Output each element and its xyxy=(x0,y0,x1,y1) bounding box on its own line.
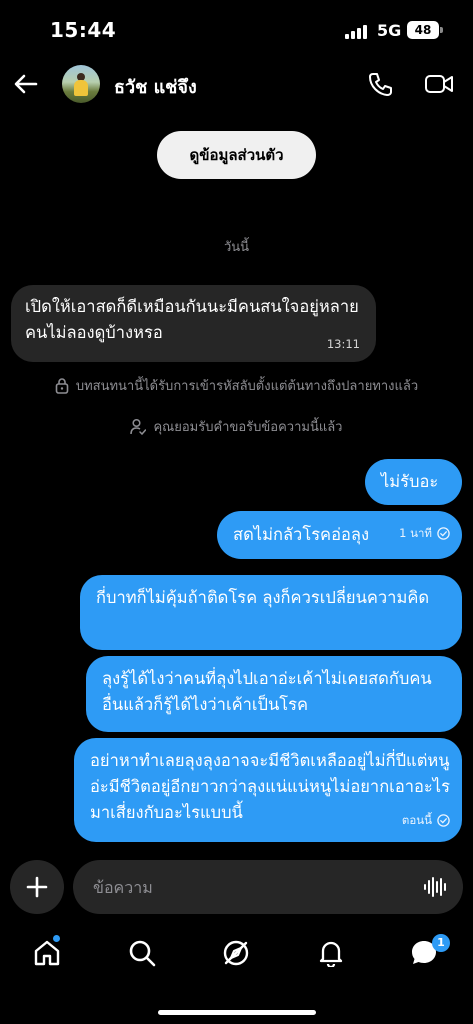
explore-icon xyxy=(223,940,249,966)
plus-icon xyxy=(26,876,48,898)
message-text: เปิดให้เอาสดก็ดีเหมือนกันนะมีคนสนใจอยู่ห… xyxy=(25,297,359,342)
network-label: 5G xyxy=(377,21,402,40)
voice-wave-icon xyxy=(424,877,446,897)
bottom-nav: 1 xyxy=(0,928,473,978)
nav-explore[interactable] xyxy=(221,938,251,968)
nav-home[interactable] xyxy=(32,938,62,968)
message-composer xyxy=(73,860,463,914)
encryption-note: บทสนทนานี้ได้รับการเข้ารหัสลับตั้งแต่ต้น… xyxy=(0,375,473,395)
outgoing-message[interactable]: กี่บาทก็ไม่คุ้มถ้าติดโรค ลุงก็ควรเปลี่ยน… xyxy=(80,575,462,650)
add-attachment-button[interactable] xyxy=(10,860,64,914)
search-icon xyxy=(129,940,156,967)
home-notification-dot xyxy=(53,935,60,942)
message-input[interactable] xyxy=(93,860,413,914)
check-circle-icon xyxy=(437,813,450,827)
outgoing-message[interactable]: ไม่รับอะ xyxy=(365,459,462,505)
check-circle-icon xyxy=(437,526,450,540)
home-icon xyxy=(34,940,60,966)
nav-notifications[interactable] xyxy=(316,938,346,968)
battery-icon: 48 xyxy=(407,21,439,39)
voice-message-button[interactable] xyxy=(423,875,447,899)
home-indicator xyxy=(158,1010,316,1015)
video-call-button[interactable] xyxy=(424,70,454,98)
chat-header: ธวัช แช่จึง xyxy=(0,62,473,108)
message-text: ไม่รับอะ xyxy=(381,472,439,491)
phone-icon xyxy=(369,73,392,96)
status-bar: 15:44 5G 48 xyxy=(0,0,473,62)
message-time: 13:11 xyxy=(326,337,360,351)
request-accepted-text: คุณยอมรับคำขอรับข้อความนี้แล้ว xyxy=(153,419,343,435)
encryption-note-text: บทสนทนานี้ได้รับการเข้ารหัสลับตั้งแต่ต้น… xyxy=(75,378,419,394)
contact-name[interactable]: ธวัช แช่จึง xyxy=(114,72,197,101)
view-profile-button[interactable]: ดูข้อมูลส่วนตัว xyxy=(157,131,316,179)
person-check-icon xyxy=(130,418,147,435)
battery-cap xyxy=(440,27,443,33)
outgoing-message[interactable]: ลุงรู้ได้ไงว่าคนที่ลุงไปเอาอ่ะเค้าไม่เคย… xyxy=(86,656,462,732)
bell-icon xyxy=(319,941,343,967)
day-label: วันนี้ xyxy=(223,240,250,255)
message-text: ลุงรู้ได้ไงว่าคนที่ลุงไปเอาอ่ะเค้าไม่เคย… xyxy=(102,669,432,714)
signal-icon xyxy=(345,25,369,39)
message-meta: 1 นาที xyxy=(399,520,450,546)
messages-badge: 1 xyxy=(432,934,450,952)
lock-icon xyxy=(55,377,69,394)
outgoing-message[interactable]: สดไม่กลัวโรคอ่อลุง 1 นาที xyxy=(217,511,462,559)
incoming-message[interactable]: เปิดให้เอาสดก็ดีเหมือนกันนะมีคนสนใจอยู่ห… xyxy=(11,285,376,362)
outgoing-message[interactable]: อย่าหาทำเลยลุงลุงอาจจะมีชีวิตเหลืออยู่ไม… xyxy=(74,738,462,842)
message-meta: ตอนนี้ xyxy=(395,807,450,833)
back-button[interactable] xyxy=(10,68,42,100)
avatar[interactable] xyxy=(62,65,100,103)
message-time: 1 นาที xyxy=(399,526,432,540)
message-text: กี่บาทก็ไม่คุ้มถ้าติดโรค ลุงก็ควรเปลี่ยน… xyxy=(96,588,430,607)
nav-search[interactable] xyxy=(127,938,157,968)
video-camera-icon xyxy=(425,75,453,93)
call-button[interactable] xyxy=(366,70,394,98)
message-time: ตอนนี้ xyxy=(401,813,432,827)
status-time: 15:44 xyxy=(50,18,117,42)
arrow-left-icon xyxy=(14,74,38,94)
request-accepted-note: คุณยอมรับคำขอรับข้อความนี้แล้ว xyxy=(0,416,473,436)
